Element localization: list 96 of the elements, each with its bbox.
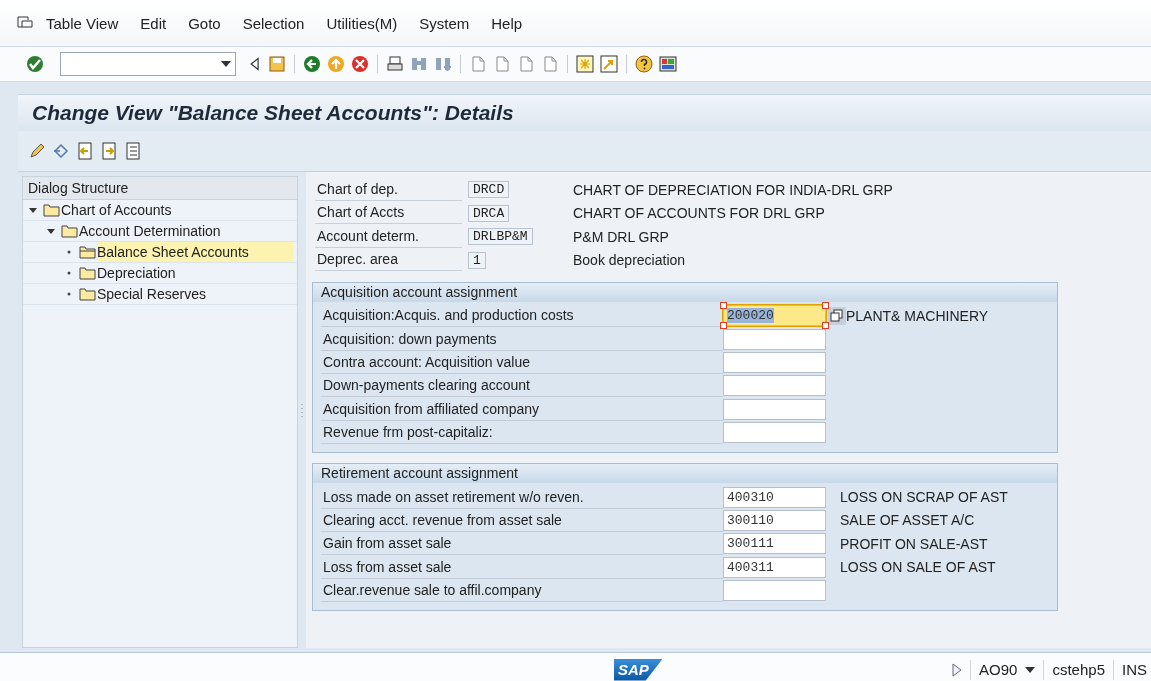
screen-title: Change View "Balance Sheet Accounts": Details: [32, 101, 514, 125]
display-change-icon[interactable]: [28, 142, 46, 160]
copy-icon[interactable]: [828, 306, 846, 325]
page-icon[interactable]: [517, 55, 535, 73]
field-description: PLANT& MACHINERY: [846, 307, 989, 324]
menu-item[interactable]: System: [419, 14, 470, 32]
folder-icon: [61, 224, 79, 238]
logo: SAP: [614, 658, 663, 681]
input-field[interactable]: 300111: [723, 533, 826, 555]
tree-item[interactable]: Balance Sheet Accounts: [97, 242, 293, 262]
input-field[interactable]: 200020: [723, 305, 826, 327]
field-label: Deprec. area: [315, 249, 462, 272]
field-label: Clearing acct. revenue from asset sale: [321, 508, 723, 532]
next-entry-icon[interactable]: [100, 142, 118, 160]
folder-icon: [43, 203, 61, 217]
input-field[interactable]: [723, 375, 826, 397]
input-field[interactable]: [723, 328, 826, 350]
dropdown-icon[interactable]: [221, 61, 231, 67]
dropdown-icon[interactable]: [1025, 666, 1036, 673]
bullet-icon: [67, 292, 71, 296]
input-field[interactable]: [723, 351, 826, 373]
folder-icon: [79, 266, 97, 280]
field-description: LOSS ON SALE OF AST: [840, 559, 996, 576]
menu-item[interactable]: Goto: [188, 14, 221, 32]
page-icon[interactable]: [469, 55, 487, 73]
field-label: Acquisition from affiliated company: [321, 397, 723, 421]
open-folder-icon: [79, 245, 97, 259]
page-icon[interactable]: [493, 55, 511, 73]
input-field[interactable]: [723, 580, 826, 602]
page-icon[interactable]: [541, 55, 559, 73]
command-field[interactable]: [60, 52, 236, 76]
menu-item[interactable]: Table View: [46, 14, 119, 32]
field-label: Contra account: Acquisition value: [321, 350, 723, 374]
cancel-icon[interactable]: [351, 55, 369, 73]
undo-icon[interactable]: [52, 142, 70, 160]
panel-title: Dialog Structure: [28, 180, 129, 196]
new-session-icon[interactable]: [576, 55, 594, 73]
menu-item[interactable]: Edit: [140, 14, 167, 32]
help-icon[interactable]: [635, 55, 653, 73]
shortcut-icon[interactable]: [600, 55, 618, 73]
checkmark-icon[interactable]: [26, 55, 44, 73]
previous-entry-icon[interactable]: [76, 142, 94, 160]
field-label: Gain from asset sale: [321, 532, 723, 556]
field-description: P&M DRL GRP: [573, 228, 669, 245]
field-description: LOSS ON SCRAP OF AST: [840, 489, 1008, 506]
exit-icon[interactable]: [327, 55, 345, 73]
readonly-field: DRCD: [468, 181, 510, 199]
input-field[interactable]: [723, 422, 826, 444]
field-description: CHART OF DEPRECIATION FOR INDIA-DRL GRP: [573, 181, 893, 198]
back-triangle-icon[interactable]: [248, 55, 262, 73]
tree-item[interactable]: Special Reserves: [97, 284, 293, 304]
bullet-icon: [67, 250, 71, 254]
field-label: Loss from asset sale: [321, 555, 723, 579]
field-label: Clear.revenue sale to affil.company: [321, 579, 723, 603]
field-label: Acquisition: down payments: [321, 327, 723, 351]
field-label: Revenue frm post-capitaliz:: [321, 421, 723, 445]
folder-icon: [79, 287, 97, 301]
bullet-icon: [67, 271, 71, 275]
field-label: Chart of dep.: [315, 178, 462, 201]
field-label: Chart of Accts: [315, 202, 462, 225]
save-icon[interactable]: [268, 55, 286, 73]
field-description: PROFIT ON SALE-AST: [840, 535, 988, 552]
field-label: Account determ.: [315, 225, 462, 248]
print-icon[interactable]: [386, 55, 404, 73]
expand-arrow-icon[interactable]: [47, 227, 55, 235]
tree-item[interactable]: Chart of Accounts: [61, 200, 293, 220]
layout-icon[interactable]: [659, 55, 677, 73]
input-field[interactable]: 300110: [723, 509, 826, 531]
input-field[interactable]: 400311: [723, 556, 826, 578]
server-name: cstehp5: [1052, 661, 1105, 678]
field-description: Book depreciation: [573, 252, 686, 269]
field-description: CHART OF ACCOUNTS FOR DRL GRP: [573, 205, 825, 222]
group-title: Acquisition account assignment: [313, 283, 1057, 302]
transaction-code[interactable]: AO90: [979, 661, 1018, 678]
menu-icon[interactable]: [16, 15, 34, 31]
group-title: Retirement account assignment: [313, 464, 1057, 484]
input-field[interactable]: [723, 398, 826, 420]
find-icon[interactable]: [410, 55, 428, 73]
readonly-field: DRLBP&M: [468, 228, 533, 246]
readonly-field: 1: [468, 251, 486, 269]
menu-item[interactable]: Help: [491, 14, 523, 32]
input-field[interactable]: 400310: [723, 486, 826, 508]
tree-item[interactable]: Depreciation: [97, 263, 293, 283]
field-label: Loss made on asset retirement w/o reven.: [321, 485, 723, 509]
tree-item[interactable]: Account Determination: [79, 221, 293, 241]
readonly-field: DRCA: [468, 204, 510, 222]
field-description: SALE OF ASSET A/C: [840, 512, 975, 529]
field-label: Down-payments clearing account: [321, 374, 723, 398]
find-next-icon[interactable]: [434, 55, 452, 73]
menu-item[interactable]: Utilities(M): [326, 14, 398, 32]
input-mode: INS: [1122, 661, 1147, 678]
menu-item[interactable]: Selection: [242, 14, 305, 32]
expand-triangle-icon[interactable]: [952, 662, 963, 677]
back-icon[interactable]: [303, 55, 321, 73]
list-icon[interactable]: [124, 142, 142, 160]
expand-arrow-icon[interactable]: [29, 206, 37, 214]
